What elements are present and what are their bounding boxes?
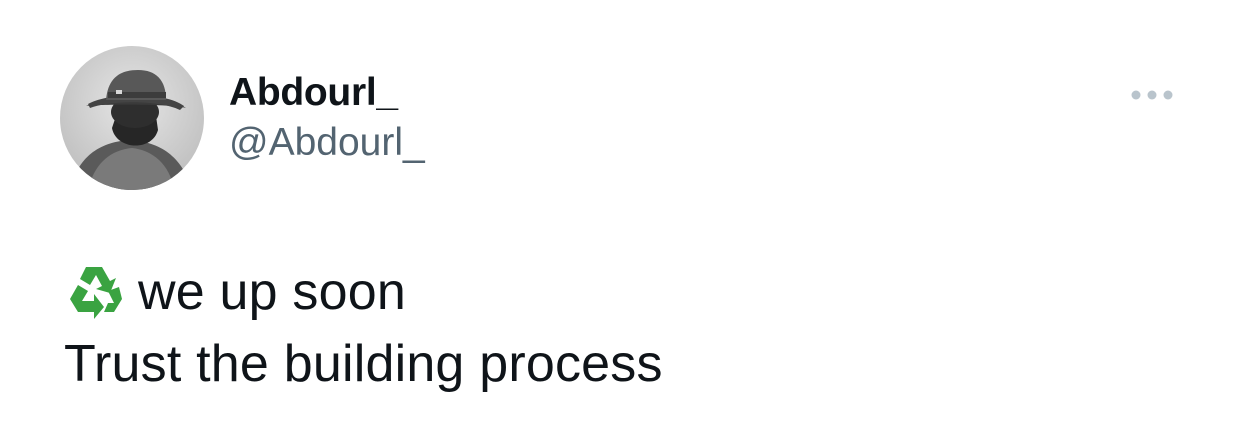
display-name[interactable]: Abdourl_ — [229, 70, 425, 116]
tweet-text: we up soon Trust the building process — [64, 256, 663, 400]
avatar[interactable] — [60, 46, 204, 190]
tweet-card: Abdourl_ @Abdourl_ we up soon Trust the … — [0, 0, 1242, 436]
more-options-icon — [1131, 90, 1173, 100]
tweet-text-line-1-label: we up soon — [138, 263, 406, 321]
user-handle[interactable]: @Abdourl_ — [229, 120, 425, 166]
user-identity: Abdourl_ @Abdourl_ — [229, 70, 425, 166]
avatar-image-icon — [60, 46, 204, 190]
tweet-text-line-2: Trust the building process — [64, 335, 663, 393]
tweet-text-line-1: we up soon — [64, 256, 663, 328]
more-options-button[interactable] — [1124, 80, 1180, 110]
recycle-symbol-icon — [64, 261, 128, 325]
